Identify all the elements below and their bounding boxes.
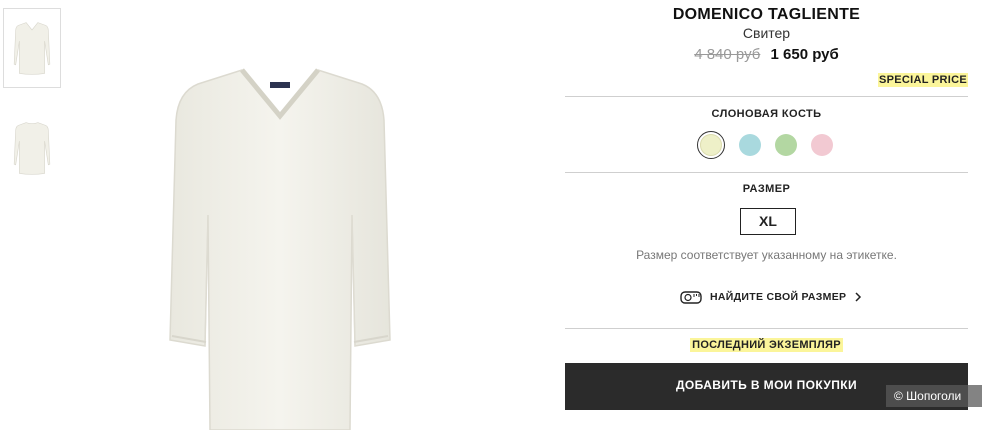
sweater-thumbnail-image [13, 22, 51, 75]
color-label: СЛОНОВАЯ КОСТЬ [711, 108, 822, 120]
product-type: Свитер [742, 25, 791, 41]
sweater-thumbnail-image [13, 122, 51, 175]
size-note: Размер соответствует указанному на этике… [636, 248, 897, 262]
measuring-tape-icon [680, 291, 702, 304]
last-item-text: ПОСЛЕДНИЙ ЭКЗЕМПЛЯР [690, 338, 843, 352]
color-swatch-light-pink[interactable] [811, 134, 833, 156]
find-size-label: НАЙДИТЕ СВОЙ РАЗМЕР [710, 291, 847, 303]
size-option-xl[interactable]: XL [740, 208, 796, 235]
divider [565, 328, 968, 329]
color-swatch-ivory[interactable] [700, 134, 722, 156]
sale-price: 1 650 руб [770, 46, 839, 63]
thumbnail-back[interactable] [3, 108, 61, 188]
color-swatch-light-blue[interactable] [739, 134, 761, 156]
product-info-panel: DOMENICO TAGLIENTE Свитер 4 840 руб 1 65… [565, 0, 968, 430]
divider [565, 172, 968, 173]
watermark: © Шопоголи [886, 385, 982, 407]
last-item-notice: ПОСЛЕДНИЙ ЭКЗЕМПЛЯР [565, 338, 968, 352]
price-block: 4 840 руб 1 650 руб [565, 46, 968, 63]
find-size-link[interactable]: НАЙДИТЕ СВОЙ РАЗМЕР [680, 287, 862, 307]
product-main-image [150, 40, 410, 431]
thumbnail-gallery [0, 0, 70, 430]
old-price: 4 840 руб [694, 46, 761, 63]
special-price-badge: SPECIAL PRICE [877, 73, 968, 87]
sweater-image [169, 68, 391, 431]
divider [565, 96, 968, 97]
size-label: РАЗМЕР [742, 183, 791, 195]
thumbnail-front[interactable] [3, 8, 61, 88]
color-swatch-light-green[interactable] [775, 134, 797, 156]
brand-name: DOMENICO TAGLIENTE [672, 6, 861, 23]
chevron-right-icon [855, 292, 862, 302]
